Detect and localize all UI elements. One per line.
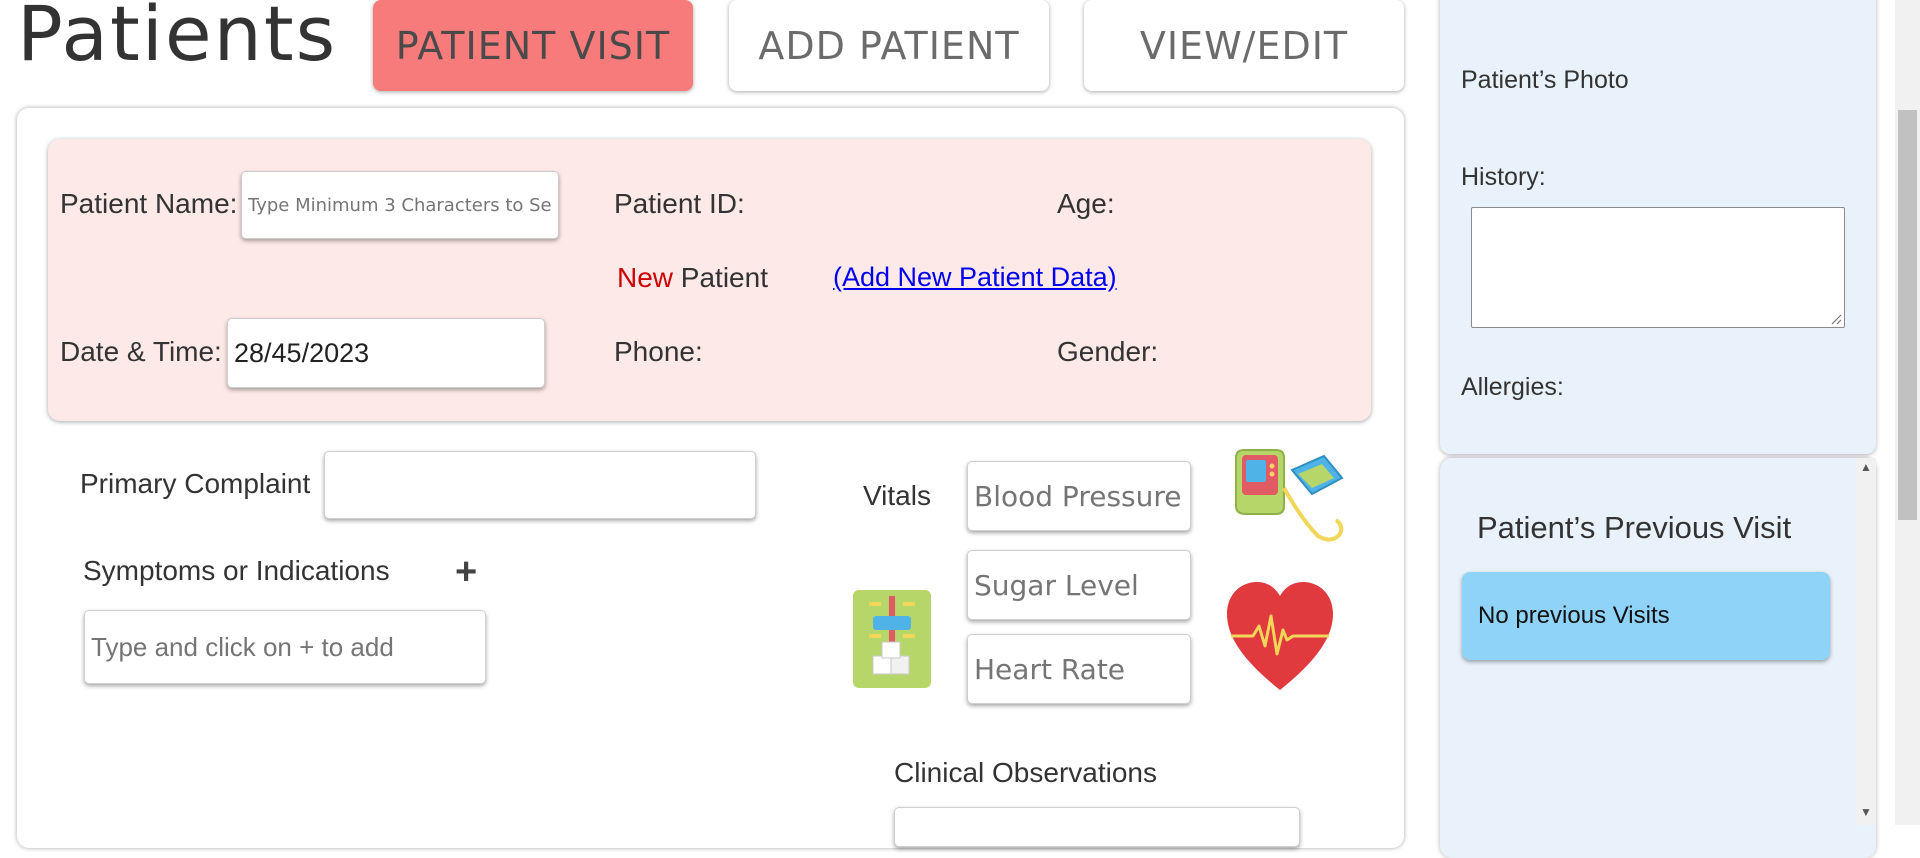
age-label: Age:	[1057, 188, 1115, 219]
date-time-input[interactable]: 28/45/2023	[227, 318, 545, 388]
primary-complaint-label: Primary Complaint	[80, 468, 311, 499]
symptoms-label: Symptoms or Indications	[83, 555, 390, 586]
add-new-patient-link[interactable]: (Add New Patient Data)	[833, 262, 1117, 293]
scroll-down-icon[interactable]: ▼	[1858, 805, 1874, 819]
previous-visit-item[interactable]: No previous Visits	[1462, 572, 1830, 660]
patient-photo-label: Patient’s Photo	[1461, 66, 1629, 94]
blood-pressure-input[interactable]	[967, 461, 1191, 531]
clinical-observations-label: Clinical Observations	[894, 757, 1157, 788]
patient-name-search-input[interactable]	[241, 171, 559, 239]
scroll-up-icon[interactable]: ▲	[1858, 460, 1874, 474]
vitals-label: Vitals	[863, 480, 931, 511]
patient-id-label: Patient ID:	[614, 188, 745, 219]
add-symptom-plus-icon[interactable]: +	[455, 553, 477, 591]
new-word: New	[617, 262, 674, 293]
blood-pressure-monitor-icon	[1235, 449, 1344, 542]
clinical-observations-input[interactable]	[894, 807, 1300, 847]
phone-label: Phone:	[614, 336, 703, 367]
resize-handle-icon[interactable]	[1830, 313, 1842, 325]
sugar-level-icon	[853, 590, 931, 688]
page-title: Patients	[17, 0, 338, 78]
primary-complaint-input[interactable]	[324, 451, 756, 519]
date-time-label: Date & Time:	[60, 336, 222, 367]
heart-rate-icon	[1227, 582, 1333, 690]
history-textarea[interactable]	[1471, 207, 1845, 328]
heart-rate-input[interactable]	[967, 634, 1191, 704]
previous-visit-scrollbar[interactable]	[1856, 458, 1876, 825]
sugar-level-input[interactable]	[967, 550, 1191, 620]
symptoms-input[interactable]	[84, 610, 486, 684]
tab-patient-visit[interactable]: PATIENT VISIT	[373, 0, 693, 91]
patient-name-label: Patient Name:	[60, 188, 238, 219]
allergies-label: Allergies:	[1461, 373, 1564, 401]
tab-add-patient[interactable]: ADD PATIENT	[729, 0, 1049, 91]
history-label: History:	[1461, 163, 1546, 191]
page-scrollbar-thumb[interactable]	[1898, 110, 1917, 520]
tab-view-edit[interactable]: VIEW/EDIT	[1084, 0, 1404, 91]
new-patient-label: New Patient	[617, 262, 768, 294]
patient-word: Patient	[680, 262, 768, 293]
gender-label: Gender:	[1057, 336, 1159, 367]
previous-visit-title: Patient’s Previous Visit	[1477, 510, 1792, 545]
